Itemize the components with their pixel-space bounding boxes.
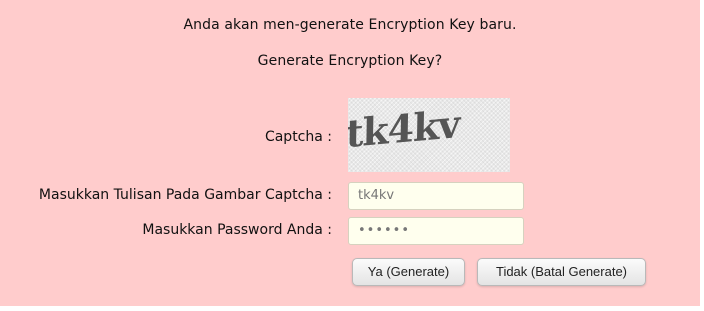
password-label: Masukkan Password Anda : xyxy=(142,222,332,238)
captcha-label: Captcha : xyxy=(264,129,332,145)
cancel-generate-button[interactable]: Tidak (Batal Generate) xyxy=(477,258,646,286)
captcha-image: tk4kv xyxy=(348,98,510,172)
generate-key-panel: Anda akan men-generate Encryption Key ba… xyxy=(0,0,700,306)
confirm-question: Generate Encryption Key? xyxy=(257,53,443,69)
captcha-input[interactable]: tk4kv xyxy=(348,182,524,210)
generate-button[interactable]: Ya (Generate) xyxy=(352,258,465,286)
warning-message: Anda akan men-generate Encryption Key ba… xyxy=(183,17,517,33)
captcha-input-label: Masukkan Tulisan Pada Gambar Captcha : xyxy=(38,187,332,203)
captcha-image-text: tk4kv xyxy=(348,100,460,157)
password-input[interactable]: •••••• xyxy=(348,217,524,245)
